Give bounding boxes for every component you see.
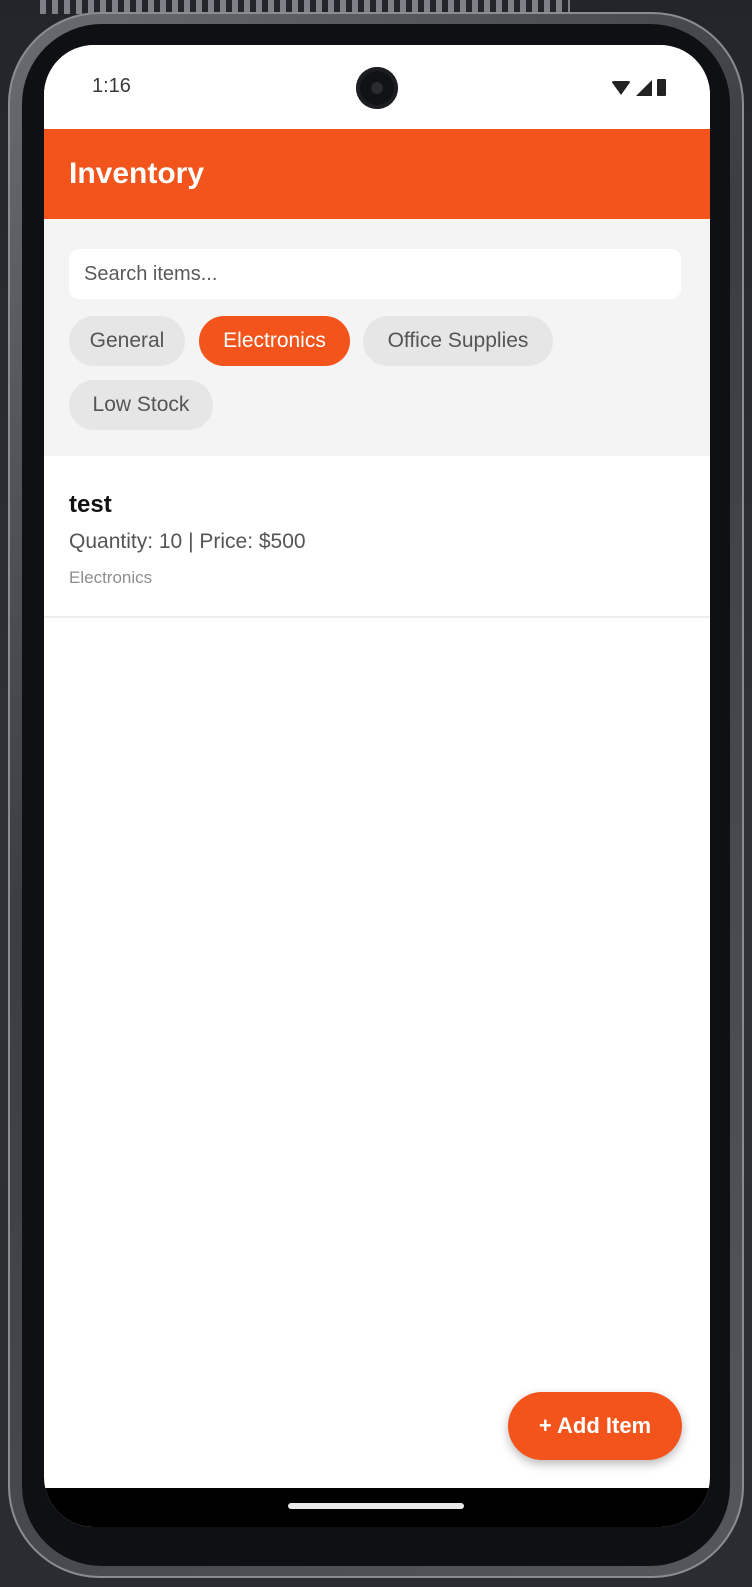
home-indicator[interactable] <box>288 1503 464 1509</box>
filter-chip-electronics[interactable]: Electronics <box>199 316 350 366</box>
system-nav-bar <box>44 1488 710 1527</box>
phone-screen: 1:16 Inventory General Electronics Offic… <box>44 45 710 1527</box>
filter-panel: General Electronics Office Supplies Low … <box>44 219 710 456</box>
status-icons <box>611 79 666 96</box>
status-time: 1:16 <box>92 75 131 97</box>
app-title: Inventory <box>69 157 205 190</box>
item-name: test <box>69 491 112 518</box>
item-details: Quantity: 10 | Price: $500 <box>69 530 306 553</box>
item-category: Electronics <box>69 568 153 587</box>
filter-chip-office-supplies[interactable]: Office Supplies <box>363 316 553 366</box>
search-input[interactable] <box>82 261 681 287</box>
inventory-list-item[interactable]: test Quantity: 10 | Price: $500 Electron… <box>44 456 710 618</box>
search-box[interactable] <box>69 249 681 299</box>
filter-chip-low-stock[interactable]: Low Stock <box>69 380 213 430</box>
app-bar: Inventory <box>44 129 710 219</box>
add-item-button[interactable]: + Add Item <box>508 1392 682 1460</box>
wifi-icon <box>611 80 631 95</box>
filter-chip-general[interactable]: General <box>69 316 185 366</box>
battery-icon <box>657 79 666 96</box>
status-bar: 1:16 <box>44 45 710 129</box>
camera-cutout <box>356 67 398 109</box>
signal-icon <box>636 79 652 96</box>
